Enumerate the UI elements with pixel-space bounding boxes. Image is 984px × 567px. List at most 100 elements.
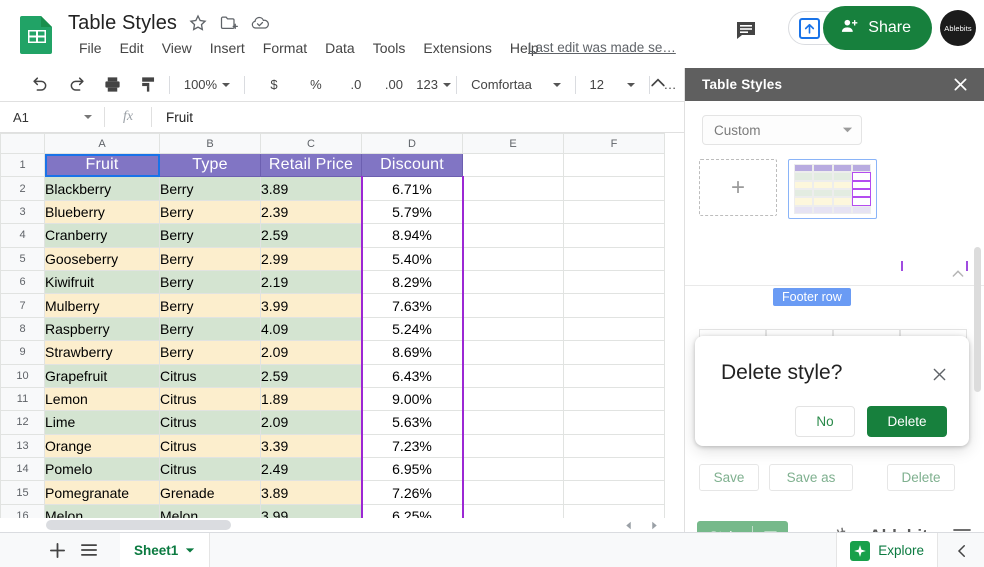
cell-f5[interactable] xyxy=(563,246,665,271)
undo-icon[interactable] xyxy=(27,72,53,98)
increase-decimal-button[interactable]: .00 xyxy=(381,72,407,98)
cell-a2[interactable]: Blackberry xyxy=(44,176,160,201)
dialog-no-button[interactable]: No xyxy=(795,406,855,437)
cell-e14[interactable] xyxy=(462,457,564,482)
menu-item-tools[interactable]: Tools xyxy=(364,38,415,58)
cell-a11[interactable]: Lemon xyxy=(44,386,160,412)
cell-b11[interactable]: Citrus xyxy=(159,386,261,412)
cell-e5[interactable] xyxy=(462,246,564,271)
sidebar-scrollbar-thumb[interactable] xyxy=(974,247,981,392)
cell-f16[interactable] xyxy=(563,503,665,518)
cell-a5[interactable]: Gooseberry xyxy=(44,246,160,271)
row-header-14[interactable]: 14 xyxy=(0,457,45,482)
cell-f6[interactable] xyxy=(563,269,665,295)
cell-d3[interactable]: 5.79% xyxy=(360,199,464,225)
explore-button[interactable]: Explore xyxy=(836,533,938,567)
cell-c10[interactable]: 2.59 xyxy=(260,363,362,388)
ablebits-info-icon[interactable] xyxy=(834,524,860,532)
cell-f14[interactable] xyxy=(563,457,665,482)
cell-d2[interactable]: 6.71% xyxy=(360,176,464,201)
menu-item-view[interactable]: View xyxy=(153,38,201,58)
scroll-right-icon[interactable] xyxy=(644,519,664,531)
cell-d13[interactable]: 7.23% xyxy=(360,433,464,459)
column-header-d[interactable]: D xyxy=(361,133,463,154)
cell-b10[interactable]: Citrus xyxy=(159,363,261,388)
cell-e9[interactable] xyxy=(462,340,564,365)
cell-d11[interactable]: 9.00% xyxy=(360,386,464,412)
cell-f3[interactable] xyxy=(563,199,665,225)
cell-e10[interactable] xyxy=(462,363,564,388)
zoom-selector[interactable]: 100% xyxy=(178,77,236,92)
more-formats-selector[interactable]: 123 xyxy=(416,72,451,98)
cell-f4[interactable] xyxy=(563,223,665,248)
avatar[interactable]: Ablebits xyxy=(940,10,976,46)
cell-b16[interactable]: Melon xyxy=(159,503,261,518)
cell-b15[interactable]: Grenade xyxy=(159,480,261,505)
scroll-left-icon[interactable] xyxy=(618,519,638,531)
cell-c1[interactable]: Retail Price xyxy=(260,152,362,178)
collapse-panel-icon[interactable] xyxy=(950,539,974,563)
star-icon[interactable] xyxy=(188,13,208,33)
cell-c8[interactable]: 4.09 xyxy=(260,316,362,342)
cell-c9[interactable]: 2.09 xyxy=(260,340,362,365)
cell-c3[interactable]: 2.39 xyxy=(260,199,362,225)
cell-e8[interactable] xyxy=(462,316,564,342)
cell-b8[interactable]: Berry xyxy=(159,316,261,342)
decrease-decimal-button[interactable]: .0 xyxy=(343,72,369,98)
cell-b9[interactable]: Berry xyxy=(159,340,261,365)
cell-a3[interactable]: Blueberry xyxy=(44,199,160,225)
cell-d15[interactable]: 7.26% xyxy=(360,480,464,505)
cell-f15[interactable] xyxy=(563,480,665,505)
row-header-2[interactable]: 2 xyxy=(0,176,45,201)
cell-b6[interactable]: Berry xyxy=(159,269,261,295)
font-family-selector[interactable]: Comfortaa xyxy=(465,77,567,92)
dialog-delete-button[interactable]: Delete xyxy=(867,406,947,437)
style-preview-strip[interactable]: •••• •••• •••• •••• ▓▓▓ ▓ ▓ ▓▓▓ Footer r… xyxy=(685,260,984,320)
column-header-a[interactable]: A xyxy=(44,133,160,154)
cell-a13[interactable]: Orange xyxy=(44,433,160,459)
cell-f11[interactable] xyxy=(563,386,665,412)
cell-e2[interactable] xyxy=(462,176,564,201)
style-preset-dropdown[interactable]: Custom xyxy=(702,115,862,145)
cell-c5[interactable]: 2.99 xyxy=(260,246,362,271)
cell-a16[interactable]: Melon xyxy=(44,503,160,518)
row-header-16[interactable]: 16 xyxy=(0,503,45,518)
menu-item-edit[interactable]: Edit xyxy=(111,38,153,58)
cell-f2[interactable] xyxy=(563,176,665,201)
cell-c13[interactable]: 3.39 xyxy=(260,433,362,459)
row-header-5[interactable]: 5 xyxy=(0,246,45,271)
cell-b4[interactable]: Berry xyxy=(159,223,261,248)
page-title[interactable]: Table Styles xyxy=(68,12,177,35)
cell-c14[interactable]: 2.49 xyxy=(260,457,362,482)
sheet-tab-sheet1[interactable]: Sheet1 xyxy=(120,532,211,567)
menu-item-data[interactable]: Data xyxy=(316,38,364,58)
cell-f1[interactable] xyxy=(563,152,665,178)
cell-c11[interactable]: 1.89 xyxy=(260,386,362,412)
cell-c6[interactable]: 2.19 xyxy=(260,269,362,295)
percent-format-button[interactable]: % xyxy=(303,72,329,98)
cell-a14[interactable]: Pomelo xyxy=(44,457,160,482)
cell-a15[interactable]: Pomegranate xyxy=(44,480,160,505)
cell-a7[interactable]: Mulberry xyxy=(44,293,160,318)
cell-e16[interactable] xyxy=(462,503,564,518)
cell-e15[interactable] xyxy=(462,480,564,505)
currency-format-button[interactable]: $ xyxy=(261,72,287,98)
menu-item-format[interactable]: Format xyxy=(254,38,316,58)
cell-d14[interactable]: 6.95% xyxy=(360,457,464,482)
name-box[interactable]: A1 xyxy=(0,102,104,132)
select-all-corner[interactable] xyxy=(0,133,45,154)
cell-c7[interactable]: 3.99 xyxy=(260,293,362,318)
cell-d6[interactable]: 8.29% xyxy=(360,269,464,295)
column-header-f[interactable]: F xyxy=(563,133,665,154)
cell-a4[interactable]: Cranberry xyxy=(44,223,160,248)
all-sheets-icon[interactable] xyxy=(76,537,102,563)
menu-item-extensions[interactable]: Extensions xyxy=(414,38,500,58)
cell-d4[interactable]: 8.94% xyxy=(360,223,464,248)
scrollbar-thumb[interactable] xyxy=(46,520,231,530)
menu-item-insert[interactable]: Insert xyxy=(201,38,254,58)
cell-a9[interactable]: Strawberry xyxy=(44,340,160,365)
add-style-tile[interactable]: + xyxy=(699,159,777,216)
close-icon[interactable] xyxy=(950,74,971,95)
move-to-folder-icon[interactable] xyxy=(219,13,239,33)
collapse-section-icon[interactable] xyxy=(948,264,968,284)
